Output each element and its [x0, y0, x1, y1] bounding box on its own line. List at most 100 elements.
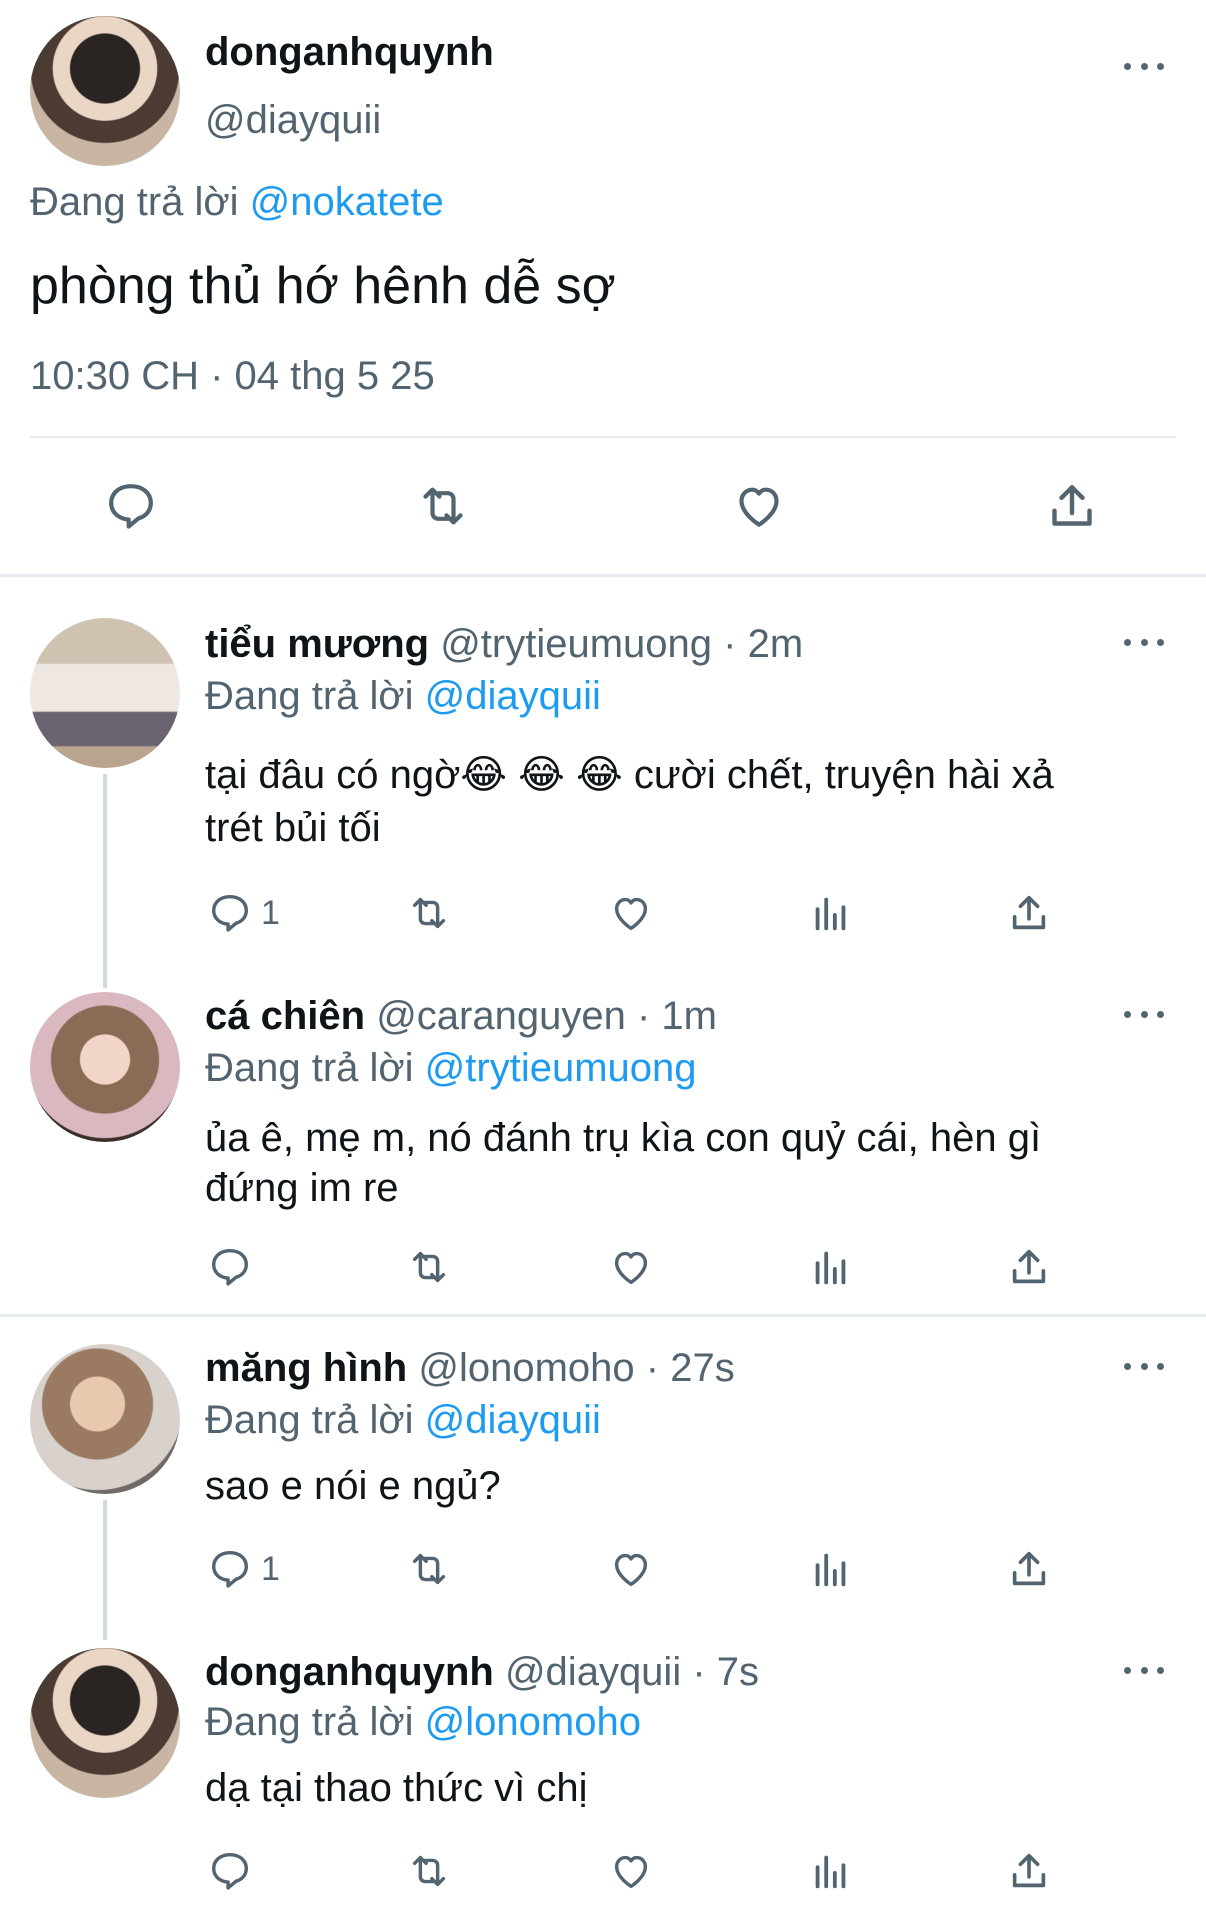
- share-button[interactable]: [1006, 1244, 1052, 1290]
- like-button[interactable]: [608, 1244, 654, 1290]
- replying-handle-link[interactable]: @diayquii: [425, 1398, 601, 1442]
- views-button[interactable]: [808, 1546, 854, 1592]
- thread-line: [103, 774, 107, 988]
- retweet-icon: [423, 487, 463, 525]
- avatar[interactable]: [30, 992, 180, 1142]
- handle[interactable]: @lonomoho: [418, 1346, 634, 1390]
- share-button[interactable]: [1006, 890, 1052, 936]
- retweet-icon: [412, 1855, 446, 1887]
- section-divider: [0, 574, 1206, 577]
- more-icon[interactable]: [1124, 56, 1164, 76]
- replying-to: Đang trả lời @lonomoho: [205, 1700, 641, 1745]
- retweet-icon: [412, 1251, 446, 1283]
- like-button[interactable]: [608, 1848, 654, 1894]
- reply-button[interactable]: [207, 1244, 261, 1290]
- reply-text-line: trét bủi tối: [205, 806, 381, 850]
- retweet-button[interactable]: [404, 1244, 454, 1290]
- views-button[interactable]: [808, 1244, 854, 1290]
- share-button[interactable]: [1006, 1848, 1052, 1894]
- retweet-button[interactable]: [404, 1546, 454, 1592]
- reply-icon: [211, 894, 249, 932]
- share-icon: [1012, 1551, 1046, 1586]
- retweet-icon: [412, 1553, 446, 1585]
- more-icon[interactable]: [1124, 1660, 1164, 1680]
- display-name[interactable]: cá chiên: [205, 994, 365, 1038]
- views-button[interactable]: [808, 890, 854, 936]
- replying-handle-link[interactable]: @trytieumuong: [425, 1046, 697, 1090]
- replying-prefix: Đang trả lời: [205, 1046, 414, 1090]
- replying-prefix: Đang trả lời: [205, 1700, 414, 1744]
- handle[interactable]: @diayquii: [205, 98, 381, 143]
- share-icon: [1012, 1853, 1046, 1888]
- retweet-button[interactable]: [404, 890, 454, 936]
- views-button[interactable]: [808, 1848, 854, 1894]
- heart-icon: [614, 1553, 648, 1587]
- reply-header: tiểu mương @trytieumuong · 2m: [205, 622, 803, 667]
- retweet-button[interactable]: [404, 1848, 454, 1894]
- more-icon[interactable]: [1124, 632, 1164, 652]
- reply-text-line: đứng im re: [205, 1166, 399, 1210]
- share-button[interactable]: [1006, 1546, 1052, 1592]
- retweet-icon: [412, 897, 446, 929]
- reply-button[interactable]: 1: [207, 1546, 280, 1592]
- reply-count: 1: [261, 1549, 280, 1588]
- reply-text-line: ủa ê, mẹ m, nó đánh trụ kìa con quỷ cái,…: [205, 1116, 1042, 1160]
- reply-button[interactable]: 1: [207, 890, 280, 936]
- divider: [30, 436, 1176, 438]
- display-name[interactable]: tiểu mương: [205, 622, 429, 666]
- handle[interactable]: @caranguyen: [376, 994, 626, 1038]
- heart-icon: [614, 897, 648, 931]
- more-icon[interactable]: [1124, 1356, 1164, 1376]
- avatar[interactable]: [30, 618, 180, 768]
- replying-handle-link[interactable]: @diayquii: [425, 674, 601, 718]
- reply-text-line: sao e nói e ngủ?: [205, 1464, 501, 1508]
- reply-header: donganhquynh @diayquii · 7s: [205, 1650, 759, 1695]
- reply-icon: [211, 1852, 249, 1890]
- like-button[interactable]: [608, 1546, 654, 1592]
- display-name[interactable]: donganhquynh: [205, 30, 494, 75]
- replying-to: Đang trả lời @diayquii: [205, 674, 601, 719]
- avatar[interactable]: [30, 16, 180, 166]
- reply-icon: [211, 1248, 249, 1286]
- replying-handle-link[interactable]: @lonomoho: [425, 1700, 641, 1744]
- reply-time: · 2m: [723, 622, 804, 666]
- replying-prefix: Đang trả lời: [30, 180, 239, 224]
- replying-to: Đang trả lời @trytieumuong: [205, 1046, 697, 1091]
- replying-prefix: Đang trả lời: [205, 1398, 414, 1442]
- like-button[interactable]: [608, 890, 654, 936]
- display-name[interactable]: măng hình: [205, 1346, 407, 1390]
- heart-icon: [739, 487, 779, 527]
- reply-icon: [109, 484, 153, 529]
- reply-text-line: dạ tại thao thức vì chị: [205, 1766, 588, 1810]
- reply-header: măng hình @lonomoho · 27s: [205, 1346, 735, 1391]
- timestamp[interactable]: 10:30 CH · 04 thg 5 25: [30, 354, 435, 399]
- reply-time: · 7s: [692, 1650, 760, 1694]
- handle[interactable]: @trytieumuong: [440, 622, 712, 666]
- reply-time: · 1m: [636, 994, 717, 1038]
- reply-button[interactable]: [207, 1848, 261, 1894]
- reply-icon: [211, 1550, 249, 1588]
- handle[interactable]: @diayquii: [505, 1650, 681, 1694]
- section-divider: [0, 1314, 1206, 1317]
- share-button[interactable]: [1044, 478, 1100, 534]
- share-icon: [1052, 485, 1092, 526]
- reply-time: · 27s: [645, 1346, 735, 1390]
- heart-icon: [614, 1855, 648, 1889]
- like-button[interactable]: [730, 478, 788, 534]
- views-icon: [815, 1855, 846, 1889]
- replying-to: Đang trả lời @nokatete: [30, 180, 444, 225]
- reply-button[interactable]: [103, 478, 159, 534]
- reply-text-line: tại đâu có ngờ😂 😂 😂 cười chết, truyện hà…: [205, 753, 1054, 797]
- replying-prefix: Đang trả lời: [205, 674, 414, 718]
- tweet-text: phòng thủ hớ hênh dễ sợ: [30, 257, 616, 315]
- views-icon: [815, 1553, 846, 1587]
- avatar[interactable]: [30, 1648, 180, 1798]
- avatar[interactable]: [30, 1344, 180, 1494]
- display-name[interactable]: donganhquynh: [205, 1650, 494, 1694]
- more-icon[interactable]: [1124, 1004, 1164, 1024]
- replying-handle-link[interactable]: @nokatete: [250, 180, 444, 224]
- reply-header: cá chiên @caranguyen · 1m: [205, 994, 717, 1039]
- views-icon: [815, 1251, 846, 1285]
- retweet-button[interactable]: [413, 478, 473, 534]
- heart-icon: [614, 1251, 648, 1285]
